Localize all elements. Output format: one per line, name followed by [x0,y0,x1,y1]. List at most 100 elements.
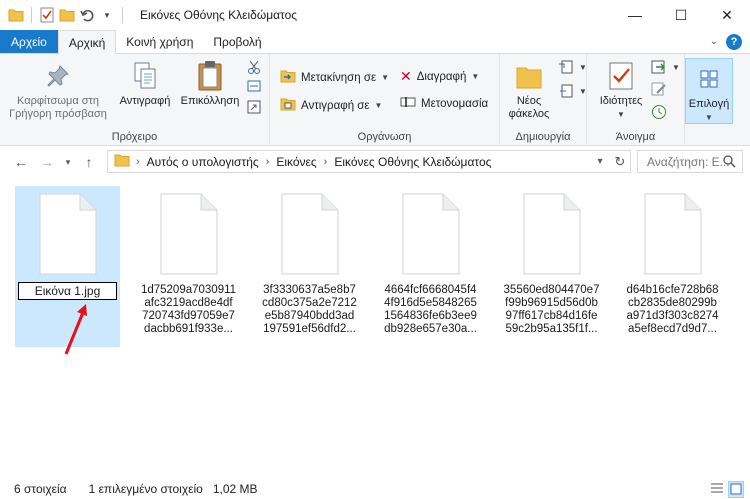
organize-group-label: Οργάνωση [357,131,412,143]
copy-label: Αντιγραφή [119,95,171,107]
select-button[interactable]: Επιλογή ▼ [687,63,731,124]
divider [31,7,32,23]
rename-icon [400,96,416,111]
properties-check-icon[interactable] [39,7,55,23]
properties-button[interactable]: Ιδιότητες ▼ [593,60,649,121]
new-folder-icon[interactable] [59,7,75,23]
file-name: 3f3330637a5e8b7 cd80c375a2e7212 e5b87940… [259,284,361,336]
minimize-button[interactable]: — [612,0,658,30]
file-item[interactable]: 1d75209a7030911 afc3219acd8e4df 720743fd… [136,186,241,347]
breadcrumb: › Αυτός ο υπολογιστής › Εικόνες › Εικόνε… [136,155,491,169]
help-icon[interactable]: ? [726,33,742,50]
file-name-line: 4f916d5e5848265 [384,297,477,309]
file-name-line: dacbb691f933e... [144,323,233,335]
tab-home[interactable]: Αρχική [57,30,117,55]
paste-shortcut-icon[interactable] [247,100,261,114]
copy-to-button[interactable]: Αντιγραφή σε ▼ [280,96,382,115]
address-bar[interactable]: › Αυτός ο υπολογιστής › Εικόνες › Εικόνε… [107,150,631,173]
file-item[interactable]: 3f3330637a5e8b7 cd80c375a2e7212 e5b87940… [257,186,362,347]
maximize-button[interactable]: ☐ [658,0,704,30]
chevron-right-icon[interactable]: › [324,156,328,168]
ribbon: Καρφίτσωμα στη Γρήγορη πρόσβαση Αντιγραφ… [0,54,750,146]
large-icons-view-icon[interactable] [728,481,744,498]
file-name: 35560ed804470e7 f99b96915d56d0b 97ff617c… [501,284,603,336]
selected-size: 1,02 MB [212,481,258,496]
file-item[interactable]: 4664fcf6668045f4 4f916d5e5848265 1564836… [378,186,483,347]
select-grid-icon [693,63,725,95]
divider [122,7,123,23]
new-group-label: Δημιουργία [515,131,571,143]
new-folder-button[interactable]: Νέος φάκελος [508,60,550,121]
back-arrow-icon[interactable]: ← [10,151,32,173]
pin-quick-access-button[interactable]: Καρφίτσωμα στη Γρήγορη πρόσβαση [8,60,108,121]
file-item[interactable]: d64b16cfe728b68 cb2835de80299b a971d3f30… [620,186,725,347]
rename-input[interactable]: Εικόνα 1.jpg [18,282,117,300]
view-switcher [710,481,744,498]
up-arrow-icon[interactable]: ↑ [78,151,100,173]
paste-button[interactable]: Επικόλληση [178,60,242,108]
history-icon[interactable] [651,104,667,120]
chevron-right-icon[interactable]: › [136,156,140,168]
address-controls: ▾ ↻ [590,151,630,172]
blank-file-icon [278,192,342,276]
copy-button[interactable]: Αντιγραφή [116,60,174,108]
customize-toolbar-icon[interactable]: ▾ [99,7,115,23]
search-icon [723,155,736,171]
undo-icon[interactable] [79,7,95,23]
file-name-line: 1d75209a7030911 [140,284,237,296]
delete-button[interactable]: ✕ Διαγραφή ▼ [400,68,479,85]
rename-button[interactable]: Μετονομασία [400,96,488,111]
properties-icon [605,60,637,92]
delete-x-icon: ✕ [400,68,412,84]
breadcrumb-lock-screen-pictures[interactable]: Εικόνες Οθόνης Κλειδώματος [334,155,491,169]
file-name-line: f99b96915d56d0b [505,297,598,309]
move-to-icon [280,68,296,87]
clipboard-icon [194,60,226,92]
clipboard-group: Καρφίτσωμα στη Γρήγορη πρόσβαση Αντιγραφ… [0,54,270,146]
edit-icon[interactable] [651,82,667,96]
breadcrumb-pictures[interactable]: Εικόνες [276,155,316,169]
open-icon[interactable]: ▼ [651,60,680,74]
chevron-down-icon: ▼ [579,86,587,96]
close-button[interactable]: ✕ [704,0,750,30]
scissors-icon[interactable] [247,60,261,74]
forward-arrow-icon[interactable]: → [36,151,58,173]
easy-access-icon[interactable]: ▼ [558,84,587,98]
file-name-line: 4664fcf6668045f4 [384,284,477,296]
file-item[interactable]: 35560ed804470e7 f99b96915d56d0b 97ff617c… [499,186,604,347]
tab-file[interactable]: Αρχείο [0,30,58,53]
select-group[interactable]: Επιλογή ▼ [685,58,733,124]
tab-view[interactable]: Προβολή [203,30,271,53]
copy-path-icon[interactable] [247,80,261,92]
new-item-icon[interactable]: ▼ [558,60,587,74]
chevron-right-icon[interactable]: › [266,156,270,168]
move-to-label: Μετακίνηση σε [301,71,377,84]
file-name-line: 1564836fe6b3ee9 [384,310,477,322]
blank-file-icon [36,192,100,276]
copy-to-label: Αντιγραφή σε [301,99,370,112]
properties-label: Ιδιότητες [599,95,643,107]
details-view-icon[interactable] [710,481,724,498]
ribbon-tabs: Αρχείο Αρχική Κοινή χρήση Προβολή ⌄ ? [0,30,750,55]
window-controls: — ☐ ✕ [612,0,750,30]
pin-label-line1: Καρφίτσωμα στη [17,95,99,107]
tab-share[interactable]: Κοινή χρήση [116,30,203,53]
folder-icon [8,7,24,23]
recent-locations-icon[interactable]: ▾ [62,151,74,173]
blank-file-icon [399,192,463,276]
file-name-line: 59c2b95a135f1f... [505,323,598,335]
breadcrumb-this-pc[interactable]: Αυτός ο υπολογιστής [147,155,259,169]
chevron-down-icon[interactable]: ⌄ [710,36,718,47]
file-name-line: e5b87940bdd3ad [264,310,355,322]
new-folder-icon [513,60,545,92]
address-dropdown-icon[interactable]: ▾ [590,156,610,167]
file-name-line: a5ef8ecd7d9d7... [628,323,717,335]
move-to-button[interactable]: Μετακίνηση σε ▼ [280,68,389,87]
rename-input-value: Εικόνα 1.jpg [34,284,101,298]
file-name-line: 720743fd97059e7 [142,310,235,322]
rename-label: Μετονομασία [421,97,489,110]
search-input[interactable]: Αναζήτηση: Ε... [637,150,743,173]
pin-label-line2: Γρήγορη πρόσβαση [9,108,107,120]
refresh-icon[interactable]: ↻ [610,154,630,170]
chevron-down-icon: ▼ [705,113,713,122]
